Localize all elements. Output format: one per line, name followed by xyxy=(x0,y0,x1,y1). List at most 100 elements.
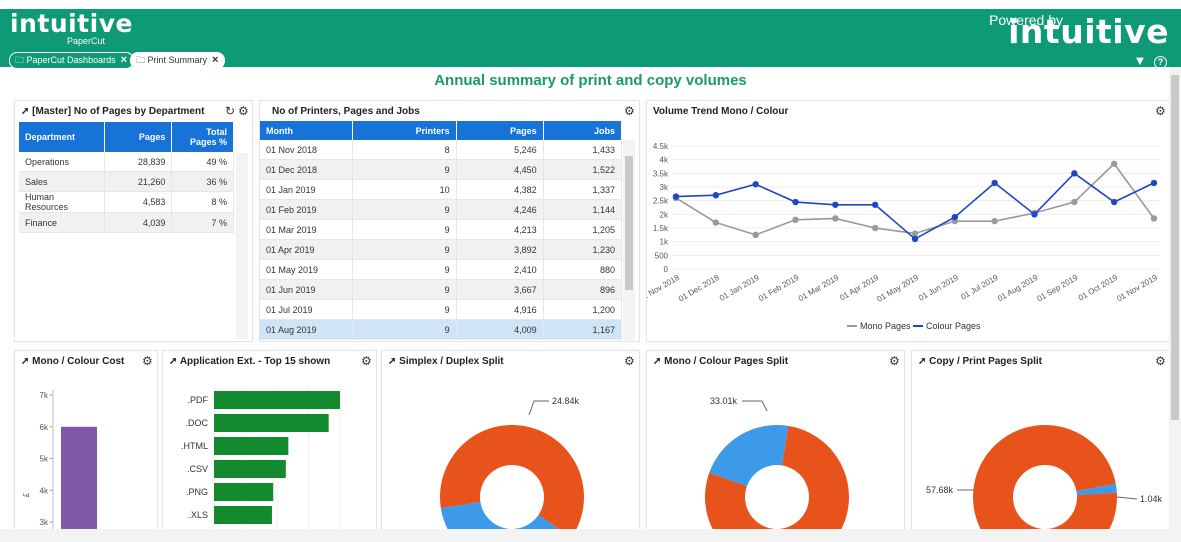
table-scrollbar[interactable] xyxy=(236,153,248,339)
table-row-selected[interactable]: 01 Aug 2019 9 4,009 1,167 xyxy=(260,319,623,340)
close-icon[interactable]: × xyxy=(212,54,218,66)
copy-print-split-panel: ➚ Copy / Print Pages Split ⚙ 57.68k 1.04k xyxy=(911,350,1171,532)
data-point xyxy=(1150,179,1158,187)
x-tick-label: 01 Oct 2019 xyxy=(1077,273,1120,303)
breadcrumb-label: PaperCut Dashboards xyxy=(26,55,116,65)
x-tick-label: 01 Aug 2019 xyxy=(996,273,1040,304)
breadcrumb-dashboards[interactable]: 🗀 PaperCut Dashboards × xyxy=(9,52,135,69)
scrollbar-thumb[interactable] xyxy=(625,156,633,290)
brand-logo-right: intuitive xyxy=(1008,12,1169,51)
category-label: .HTML xyxy=(181,441,208,451)
x-tick-label: 01 Mar 2019 xyxy=(797,273,841,304)
x-tick-label: 01 Jul 2019 xyxy=(959,273,1000,302)
x-tick-label: 01 May 2019 xyxy=(875,273,920,304)
table-row[interactable]: 01 May 2019 9 2,410 880 xyxy=(260,259,623,280)
data-point xyxy=(832,215,839,222)
column-header[interactable]: Jobs xyxy=(543,121,623,140)
table-row[interactable]: 01 Jun 2019 9 3,667 896 xyxy=(260,279,623,300)
series-line xyxy=(675,162,1155,236)
table-row[interactable]: 01 Jul 2019 9 4,916 1,200 xyxy=(260,299,623,320)
x-tick-label: 01 Nov 2018 xyxy=(647,273,681,304)
x-tick-label: 01 Jan 2019 xyxy=(718,273,761,303)
folder-icon: 🗀 xyxy=(136,55,146,65)
table-row[interactable]: Operations 28,839 49 % xyxy=(19,152,234,172)
gear-icon[interactable]: ⚙ xyxy=(238,104,249,118)
table-scrollbar[interactable] xyxy=(623,140,635,340)
simplex-duplex-panel: ➚ Simplex / Duplex Split ⚙ 24.84k xyxy=(381,350,640,532)
column-header[interactable]: Month xyxy=(260,121,353,140)
y-tick-label: 3.5k xyxy=(653,169,669,178)
breadcrumb-print-summary[interactable]: 🗀 Print Summary × xyxy=(130,52,226,69)
y-tick-label: 1k xyxy=(660,238,669,247)
column-header[interactable]: Total Pages % xyxy=(171,122,234,152)
y-tick-label: 5k xyxy=(40,455,49,464)
data-point xyxy=(792,198,799,206)
data-label: 33.01k xyxy=(710,396,738,406)
data-point xyxy=(991,217,998,225)
y-tick-label: 500 xyxy=(655,251,669,260)
bar xyxy=(214,437,289,455)
table-row[interactable]: 01 Jan 2019 10 4,382 1,337 xyxy=(260,179,623,200)
column-header[interactable]: Printers xyxy=(352,121,457,140)
table-row[interactable]: 01 Apr 2019 9 3,892 1,230 xyxy=(260,239,623,260)
data-point xyxy=(871,201,879,208)
x-tick-label: 01 Apr 2019 xyxy=(838,273,880,303)
panel-title: No of Printers, Pages and Jobs xyxy=(272,106,420,117)
table-row[interactable]: 01 Dec 2018 9 4,450 1,522 xyxy=(260,159,623,180)
y-tick-label: 4k xyxy=(40,486,49,495)
x-tick-label: 01 Nov 2019 xyxy=(1115,273,1159,304)
data-point xyxy=(672,193,680,200)
legend-label: Mono Pages xyxy=(860,321,911,331)
scrollbar-thumb[interactable] xyxy=(1171,75,1179,420)
table-row[interactable]: Finance 4,039 7 % xyxy=(19,212,234,233)
data-label: 1.04k xyxy=(1140,494,1163,504)
page-vertical-scrollbar[interactable] xyxy=(1169,67,1181,529)
data-point xyxy=(1110,160,1118,167)
label-connector xyxy=(742,400,768,412)
table-row[interactable]: 01 Mar 2019 9 4,213 1,205 xyxy=(260,219,623,240)
data-point xyxy=(712,192,720,199)
category-label: .XLS xyxy=(188,510,208,520)
label-connector xyxy=(1116,496,1138,500)
category-label: .DOC xyxy=(186,418,209,428)
data-point xyxy=(871,224,879,232)
data-point xyxy=(832,201,839,208)
y-tick-label: 2k xyxy=(660,210,669,219)
filter-icon[interactable]: ▼ xyxy=(1134,53,1147,68)
y-tick-label: 0 xyxy=(664,265,669,274)
gear-icon[interactable]: ⚙ xyxy=(624,104,635,118)
x-tick-label: 01 Dec 2018 xyxy=(677,273,721,304)
help-icon[interactable]: ? xyxy=(1154,56,1167,69)
data-point xyxy=(911,230,919,237)
close-icon[interactable]: × xyxy=(121,54,127,66)
column-header[interactable]: Pages xyxy=(456,121,544,140)
volume-trend-panel: Volume Trend Mono / Colour ⚙ 0 500 1k 1.5k 2… xyxy=(646,100,1171,342)
trend-chart: 05001k1.5k2k2.5k3k3.5k4k4.5k01 Nov 20180… xyxy=(647,142,1159,331)
data-label: 24.84k xyxy=(552,396,580,406)
category-label: .PNG xyxy=(186,487,208,497)
series-line xyxy=(675,172,1155,240)
column-header[interactable]: Department xyxy=(19,122,105,152)
bar xyxy=(214,506,272,524)
data-point xyxy=(752,181,759,188)
table-row[interactable]: 01 Feb 2019 9 4,246 1,144 xyxy=(260,199,623,220)
data-point xyxy=(792,216,799,223)
dept-pages-panel: ➚ [Master] No of Pages by Department ↻ ⚙… xyxy=(14,100,253,342)
data-point xyxy=(712,219,720,226)
data-label: 57.68k xyxy=(926,485,954,495)
drill-arrow-icon[interactable]: ➚ xyxy=(21,106,29,117)
bar xyxy=(214,483,274,501)
printers-pages-jobs-panel: No of Printers, Pages and Jobs ⚙ Month P… xyxy=(259,100,640,342)
y-tick-label: 1.5k xyxy=(653,224,669,233)
y-tick-label: 4.5k xyxy=(653,142,669,151)
table-row[interactable]: Human Resources 4,583 8 % xyxy=(19,191,234,213)
table-row[interactable]: 01 Nov 2018 8 5,246 1,433 xyxy=(260,140,623,160)
category-label: .PDF xyxy=(187,395,208,405)
data-point xyxy=(911,235,919,243)
column-header[interactable]: Pages xyxy=(104,122,173,152)
refresh-icon[interactable]: ↻ xyxy=(225,104,235,118)
table-row[interactable]: Sales 21,260 36 % xyxy=(19,171,234,192)
x-tick-label: 01 Sep 2019 xyxy=(1036,273,1080,304)
data-point xyxy=(1071,198,1078,206)
page-horizontal-scrollbar[interactable] xyxy=(0,529,1181,542)
